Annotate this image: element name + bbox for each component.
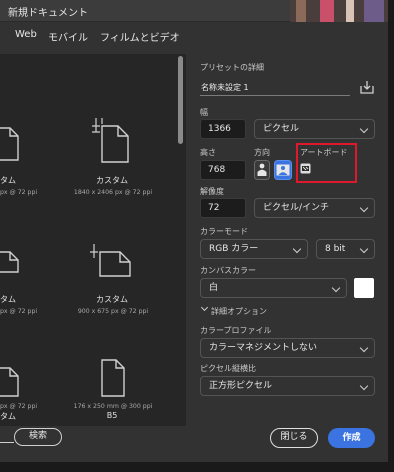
resolution-label: 解像度 <box>200 187 224 196</box>
pixel-aspect-value: 正方形ピクセル <box>209 381 273 391</box>
landscape-orientation-icon[interactable] <box>274 160 292 180</box>
save-preset-icon[interactable] <box>360 80 374 94</box>
gallery-scrollbar[interactable] <box>178 56 183 144</box>
color-mode-value: RGB カラー <box>209 244 259 254</box>
preset-name: カスタム <box>96 295 128 304</box>
preset-name: タム <box>0 295 16 304</box>
preset-name: B5 <box>106 411 118 420</box>
tab-film-video[interactable]: フィルムとビデオ <box>100 29 180 44</box>
preset-gallery: タム px @ 72 ppi カスタム 1840 x 2406 px @ 72 … <box>0 54 186 426</box>
background-edge <box>0 462 394 472</box>
preset-name: タム <box>0 176 16 185</box>
close-button[interactable]: 閉じる <box>270 428 318 448</box>
width-label: 幅 <box>200 108 208 117</box>
document-icon[interactable] <box>0 126 22 162</box>
bit-depth-value: 8 bit <box>325 244 346 254</box>
preset-size: px @ 72 ppi <box>0 189 38 196</box>
document-name-field[interactable]: 名称未設定 1 <box>201 82 249 93</box>
preset-name: カスタム <box>96 176 128 185</box>
tab-mobile[interactable]: モバイル <box>48 29 88 44</box>
b5-document-icon[interactable] <box>98 356 128 400</box>
canvas-color-label: カンバスカラー <box>200 266 256 275</box>
preset-size: 900 x 675 px @ 72 ppi <box>77 308 149 315</box>
title-bar: 新規ドキュメント <box>0 0 388 22</box>
document-icon[interactable] <box>0 246 22 282</box>
color-profile-select[interactable]: カラーマネジメントしない <box>200 338 375 358</box>
height-input[interactable]: 768 <box>200 160 246 180</box>
preset-size: 176 x 250 mm @ 300 ppi <box>73 403 153 410</box>
bit-depth-select[interactable]: 8 bit <box>316 239 375 259</box>
window-title: 新規ドキュメント <box>8 8 88 19</box>
custom-document-icon[interactable] <box>88 240 136 280</box>
document-icon[interactable] <box>0 366 22 402</box>
pixel-aspect-select[interactable]: 正方形ピクセル <box>200 376 375 396</box>
preset-size: px @ 72 ppi <box>0 308 38 315</box>
width-input[interactable]: 1366 <box>200 119 246 139</box>
color-mode-label: カラーモード <box>200 227 248 236</box>
artboard-highlight <box>296 143 357 183</box>
search-button[interactable]: 検索 <box>14 428 62 446</box>
resolution-unit-value: ピクセル/インチ <box>263 203 330 213</box>
canvas-color-swatch[interactable] <box>354 278 374 298</box>
background-edge <box>388 0 394 472</box>
custom-document-icon[interactable] <box>90 116 134 166</box>
create-button[interactable]: 作成 <box>328 428 375 448</box>
chevron-down-icon <box>359 124 369 134</box>
color-mode-select[interactable]: RGB カラー <box>200 239 308 259</box>
chevron-down-icon <box>359 381 369 391</box>
preset-name: タム <box>0 412 16 421</box>
resolution-input[interactable]: 72 <box>200 198 246 218</box>
preset-heading: プリセットの詳細 <box>200 63 264 72</box>
resolution-unit-select[interactable]: ピクセル/インチ <box>254 198 375 218</box>
preset-size: 1840 x 2406 px @ 72 ppi <box>73 189 153 196</box>
advanced-options-label: 詳細オプション <box>211 307 267 316</box>
tab-web[interactable]: Web <box>15 29 37 40</box>
width-unit-select[interactable]: ピクセル <box>254 119 375 139</box>
chevron-down-icon <box>359 244 369 254</box>
portrait-orientation-icon[interactable] <box>254 160 270 180</box>
width-unit-value: ピクセル <box>263 124 300 134</box>
divider <box>0 442 14 443</box>
chevron-down-icon <box>359 203 369 213</box>
height-label: 高さ <box>200 148 216 157</box>
divider <box>200 95 350 96</box>
canvas-color-value: 白 <box>209 283 219 293</box>
canvas-color-select[interactable]: 白 <box>200 278 347 298</box>
color-profile-label: カラープロファイル <box>200 326 272 335</box>
chevron-down-icon <box>331 283 341 293</box>
orientation-label: 方向 <box>254 148 270 157</box>
background-thumbnail <box>290 0 388 22</box>
pixel-aspect-label: ピクセル縦横比 <box>200 364 256 373</box>
category-tabs: Web モバイル フィルムとビデオ <box>0 22 194 48</box>
preset-size: px @ 72 ppi <box>0 403 38 410</box>
chevron-down-icon <box>359 343 369 353</box>
color-profile-value: カラーマネジメントしない <box>209 343 318 353</box>
chevron-down-icon <box>292 244 302 254</box>
